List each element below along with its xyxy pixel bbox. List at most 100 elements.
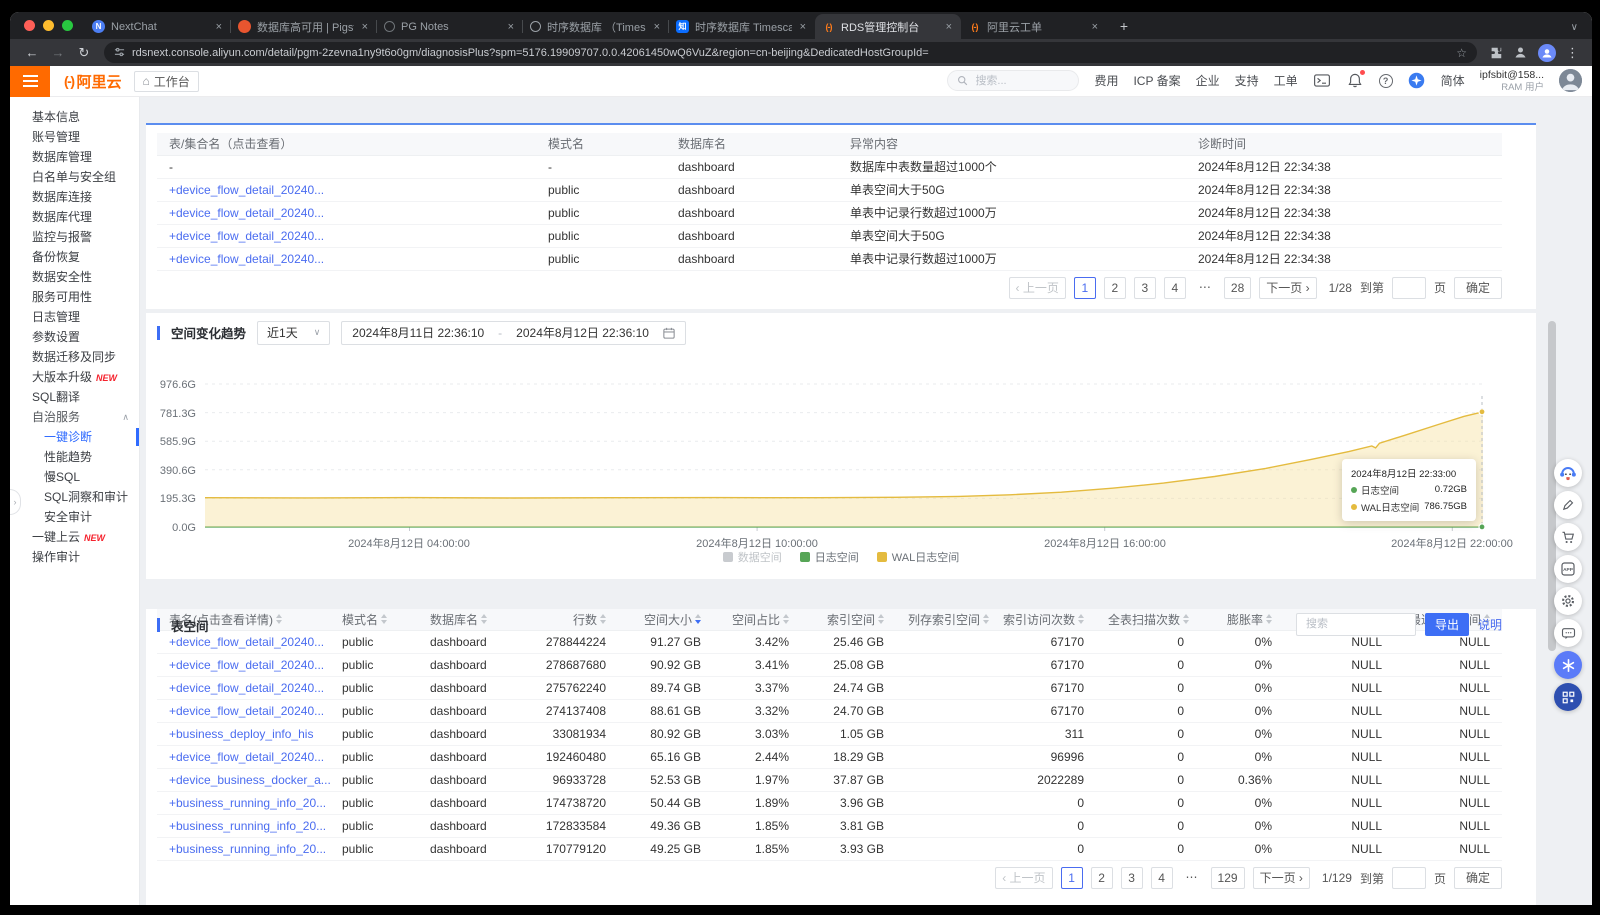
console-menu-icon[interactable]: [10, 66, 50, 97]
table-name-link[interactable]: +device_flow_detail_20240...: [169, 183, 324, 197]
legend-item[interactable]: 数据空间: [723, 549, 782, 565]
header-nav-item[interactable]: 费用: [1094, 72, 1118, 89]
tab-close-icon[interactable]: ×: [214, 21, 224, 33]
ai-float-button[interactable]: [1554, 651, 1582, 679]
sidebar-item[interactable]: 性能趋势: [10, 447, 139, 467]
sort-icon[interactable]: [695, 614, 701, 624]
sidebar-item[interactable]: 监控与报警: [10, 227, 139, 247]
sidebar-item[interactable]: 数据迁移及同步: [10, 347, 139, 367]
page-jump-input[interactable]: [1392, 867, 1426, 889]
sort-icon[interactable]: [1183, 614, 1189, 624]
console-search[interactable]: [947, 70, 1079, 91]
sort-icon[interactable]: [783, 614, 789, 624]
settings-float-button[interactable]: [1554, 587, 1582, 615]
column-header[interactable]: 空间大小: [618, 609, 713, 631]
header-nav-item[interactable]: 支持: [1235, 72, 1259, 89]
sidebar-item[interactable]: 大版本升级NEW: [10, 367, 139, 387]
tab-close-icon[interactable]: ×: [944, 21, 954, 33]
sidebar-item[interactable]: 自治服务∧: [10, 407, 139, 427]
tab-close-icon[interactable]: ×: [652, 21, 662, 33]
tab-close-icon[interactable]: ×: [360, 21, 370, 33]
reload-icon[interactable]: ↻: [72, 45, 96, 61]
table-name-link[interactable]: +device_flow_detail_20240...: [169, 252, 324, 266]
column-header[interactable]: 全表扫描次数: [1096, 609, 1196, 631]
page-number-button[interactable]: 3: [1121, 867, 1143, 889]
page-number-button[interactable]: 28: [1224, 277, 1251, 299]
column-header[interactable]: 列存索引空间: [896, 609, 991, 631]
sidebar-item[interactable]: 参数设置: [10, 327, 139, 347]
sort-icon[interactable]: [1266, 614, 1272, 624]
time-range-select[interactable]: 近1天 ∨: [257, 321, 330, 345]
table-name-link[interactable]: +device_flow_detail_20240...: [169, 658, 324, 672]
sort-icon[interactable]: [983, 614, 989, 624]
table-name-link[interactable]: +device_business_docker_a...: [169, 773, 330, 787]
help-link[interactable]: 说明: [1478, 616, 1502, 633]
terminal-icon[interactable]: [1313, 72, 1331, 90]
sort-icon[interactable]: [1078, 614, 1084, 624]
sidebar-item[interactable]: SQL翻译: [10, 387, 139, 407]
minimize-window-icon[interactable]: [43, 20, 54, 31]
prev-page-button[interactable]: ‹ 上一页: [1009, 277, 1066, 299]
notifications-bell-icon[interactable]: [1346, 72, 1364, 90]
tablespace-search[interactable]: [1296, 613, 1416, 636]
sidebar-item[interactable]: 数据库管理: [10, 147, 139, 167]
column-header[interactable]: 膨胀率: [1196, 609, 1284, 631]
table-name-link[interactable]: +device_flow_detail_20240...: [169, 704, 324, 718]
browser-menu-icon[interactable]: ⋮: [1566, 45, 1578, 61]
sort-icon[interactable]: [600, 614, 606, 624]
header-nav-item[interactable]: 工单: [1274, 72, 1298, 89]
page-number-button[interactable]: 4: [1151, 867, 1173, 889]
sidebar-item[interactable]: SQL洞察和审计: [10, 487, 139, 507]
assistant-float-button[interactable]: [1554, 459, 1582, 487]
confirm-button[interactable]: 确定: [1454, 867, 1502, 889]
app-float-button[interactable]: APP: [1554, 555, 1582, 583]
table-name-link[interactable]: +device_flow_detail_20240...: [169, 229, 324, 243]
sidebar-item[interactable]: 一键上云NEW: [10, 527, 139, 547]
legend-item[interactable]: 日志空间: [800, 549, 859, 565]
browser-tab[interactable]: (-) RDS管理控制台 ×: [815, 14, 961, 39]
table-name-link[interactable]: +business_running_info_20...: [169, 819, 326, 833]
column-header[interactable]: 空间占比: [713, 609, 801, 631]
workbench-button[interactable]: ⌂ 工作台: [134, 71, 199, 92]
sidebar-item[interactable]: 操作审计: [10, 547, 139, 567]
sort-icon[interactable]: [878, 614, 884, 624]
console-search-input[interactable]: [973, 74, 1063, 88]
sort-icon[interactable]: [276, 614, 282, 624]
tab-close-icon[interactable]: ×: [506, 21, 516, 33]
page-number-button[interactable]: 1: [1061, 867, 1083, 889]
column-header[interactable]: 索引空间: [801, 609, 896, 631]
sidebar-item[interactable]: 数据库连接: [10, 187, 139, 207]
page-number-button[interactable]: 2: [1091, 867, 1113, 889]
header-nav-item[interactable]: ICP 备案: [1133, 72, 1180, 89]
tab-close-icon[interactable]: ×: [1090, 21, 1100, 33]
chart-plot-area[interactable]: [205, 367, 1483, 533]
sidebar-item[interactable]: 日志管理: [10, 307, 139, 327]
copilot-icon[interactable]: [1408, 72, 1426, 90]
space-trend-chart[interactable]: 976.6G781.3G585.9G390.6G195.3G0.0G 2024年…: [146, 313, 1536, 579]
profile-icon[interactable]: [1513, 45, 1528, 60]
browser-tab[interactable]: 数据库高可用 | Pigsty ×: [231, 14, 377, 39]
sidebar-item[interactable]: 一键诊断: [10, 427, 139, 447]
column-header[interactable]: 数据库名: [418, 609, 513, 631]
new-tab-button[interactable]: +: [1113, 15, 1135, 37]
tab-close-icon[interactable]: ×: [798, 21, 808, 33]
tab-search-chevron-icon[interactable]: ∨: [1571, 22, 1578, 33]
legend-item[interactable]: WAL日志空间: [877, 549, 959, 565]
sidebar-item[interactable]: 安全审计: [10, 507, 139, 527]
column-header[interactable]: 索引访问次数: [991, 609, 1096, 631]
tablespace-search-input[interactable]: [1304, 617, 1404, 631]
page-number-button[interactable]: 2: [1104, 277, 1126, 299]
page-number-button[interactable]: 1: [1074, 277, 1096, 299]
maximize-window-icon[interactable]: [62, 20, 73, 31]
feedback-float-button[interactable]: [1554, 491, 1582, 519]
table-name-link[interactable]: +device_flow_detail_20240...: [169, 681, 324, 695]
extensions-puzzle-icon[interactable]: [1489, 46, 1503, 60]
sidebar-item[interactable]: 数据安全性: [10, 267, 139, 287]
confirm-button[interactable]: 确定: [1454, 277, 1502, 299]
sidebar-item[interactable]: 数据库代理: [10, 207, 139, 227]
sidebar-item[interactable]: 服务可用性: [10, 287, 139, 307]
browser-tab[interactable]: PG Notes ×: [377, 14, 523, 39]
export-button[interactable]: 导出: [1425, 613, 1469, 636]
table-name-link[interactable]: +business_running_info_20...: [169, 796, 326, 810]
sort-icon[interactable]: [381, 614, 387, 624]
